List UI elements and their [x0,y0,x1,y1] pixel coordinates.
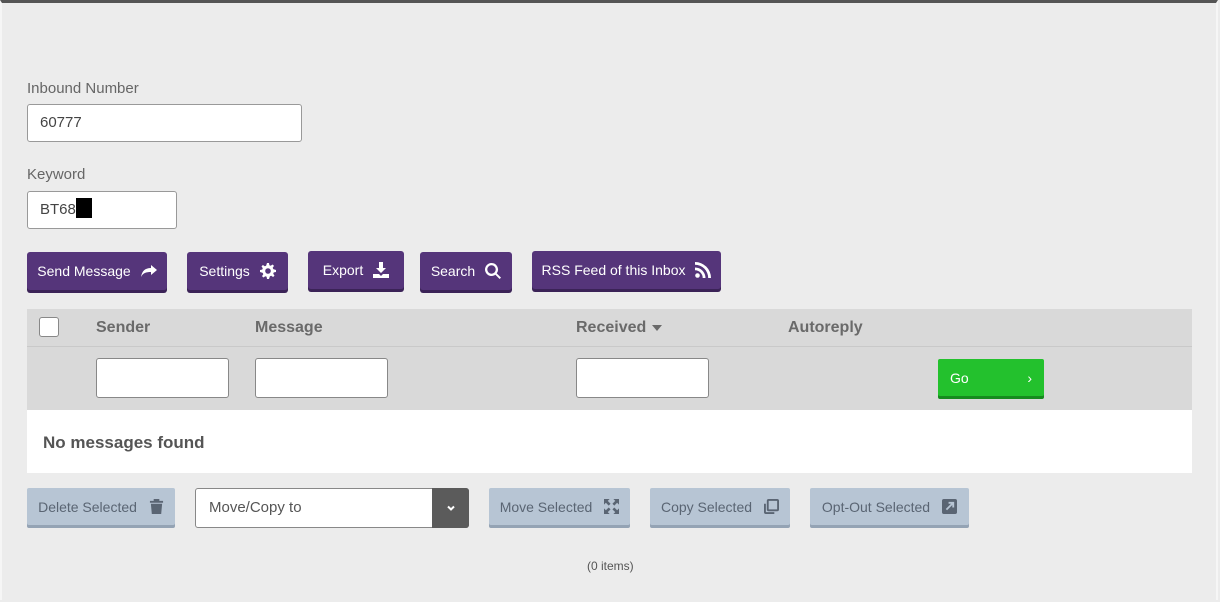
opt-out-selected-label: Opt-Out Selected [821,498,931,515]
export-label: Export [322,262,364,278]
rss-feed-button[interactable]: RSS Feed of this Inbox [532,251,721,289]
search-label: Search [430,263,476,279]
column-header-received-label: Received [576,319,647,336]
keyword-field[interactable]: BT68 [27,191,177,229]
search-button[interactable]: Search [420,252,512,290]
item-count: (0 items) [587,559,634,573]
rss-feed-label: RSS Feed of this Inbox [541,262,686,278]
settings-label: Settings [199,263,250,279]
delete-selected-label: Delete Selected [38,498,137,515]
rss-icon [695,262,712,278]
inbound-number-value: 60777 [40,114,82,131]
redaction-block [75,198,92,218]
gear-icon [259,263,276,279]
settings-button[interactable]: Settings [187,252,288,290]
move-copy-select[interactable]: Move/Copy to [195,488,469,528]
empty-state-row: No messages found [27,410,1192,473]
sort-caret-down-icon [652,325,663,331]
column-header-sender[interactable]: Sender [96,319,150,337]
search-icon [485,263,502,279]
messages-table-header: Sender Message Received Autoreply Go › [27,309,1192,410]
delete-selected-button[interactable]: Delete Selected [27,488,175,525]
keyword-label: Keyword [27,166,86,183]
go-button[interactable]: Go › [938,359,1044,396]
column-header-autoreply[interactable]: Autoreply [788,319,863,337]
trash-icon [149,499,163,514]
expand-arrows-icon [604,499,620,514]
header-divider [27,346,1192,347]
go-label: Go [950,369,969,386]
external-link-icon [942,499,958,514]
received-filter-input[interactable] [576,358,709,398]
copy-icon [764,499,780,514]
inbound-number-field[interactable]: 60777 [27,104,302,142]
move-selected-button[interactable]: Move Selected [489,488,630,525]
message-filter-input[interactable] [255,358,388,398]
select-all-checkbox[interactable] [39,317,59,337]
share-arrow-icon [140,265,157,277]
column-header-message[interactable]: Message [255,319,323,337]
column-header-received[interactable]: Received [576,319,663,337]
send-message-button[interactable]: Send Message [27,252,167,290]
opt-out-selected-button[interactable]: Opt-Out Selected [810,488,969,525]
chevron-right-icon: › [1027,369,1032,386]
move-selected-label: Move Selected [499,498,593,515]
inbound-number-label: Inbound Number [27,80,139,97]
copy-selected-label: Copy Selected [660,498,753,515]
download-icon [373,262,390,278]
keyword-value: BT68 [40,201,76,218]
chevron-down-icon[interactable] [432,488,469,528]
export-button[interactable]: Export [308,251,404,289]
move-copy-placeholder: Move/Copy to [209,499,302,516]
copy-selected-button[interactable]: Copy Selected [650,488,790,525]
sender-filter-input[interactable] [96,358,229,398]
send-message-label: Send Message [37,263,131,279]
empty-state-message: No messages found [43,433,205,452]
